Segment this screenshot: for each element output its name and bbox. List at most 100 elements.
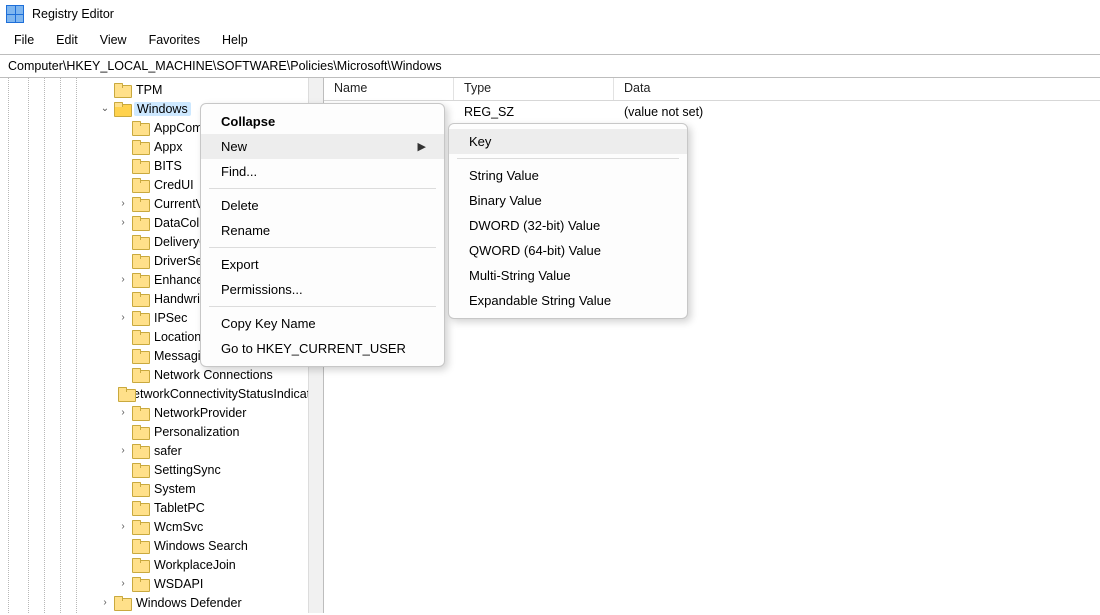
menu-favorites[interactable]: Favorites [139, 31, 210, 49]
ctx-sep [209, 247, 436, 248]
tree-node-label: Windows Search [152, 539, 250, 553]
tree-node[interactable]: TPM [0, 80, 323, 99]
tree-node-label: Appx [152, 140, 185, 154]
col-name[interactable]: Name [324, 78, 454, 100]
tree-node[interactable]: Personalization [0, 422, 323, 441]
ctx-new-qword[interactable]: QWORD (64-bit) Value [449, 238, 687, 263]
window-title: Registry Editor [32, 7, 114, 21]
tree-node-label: CredUI [152, 178, 196, 192]
tree-node-label: System [152, 482, 198, 496]
folder-icon [132, 292, 148, 305]
ctx-find[interactable]: Find... [201, 159, 444, 184]
chevron-right-icon[interactable]: › [116, 407, 130, 418]
tree-node-label: BITS [152, 159, 184, 173]
ctx-export[interactable]: Export [201, 252, 444, 277]
ctx-new-expand[interactable]: Expandable String Value [449, 288, 687, 313]
menu-file[interactable]: File [4, 31, 44, 49]
ctx-new-multi[interactable]: Multi-String Value [449, 263, 687, 288]
ctx-new-binary[interactable]: Binary Value [449, 188, 687, 213]
tree-node[interactable]: SettingSync [0, 460, 323, 479]
folder-icon [132, 577, 148, 590]
tree-node[interactable]: System [0, 479, 323, 498]
tree-node[interactable]: Network Connections [0, 365, 323, 384]
folder-icon [132, 349, 148, 362]
ctx-sep [209, 306, 436, 307]
folder-icon [132, 330, 148, 343]
col-type[interactable]: Type [454, 78, 614, 100]
folder-icon [132, 406, 148, 419]
ctx-new-dword[interactable]: DWORD (32-bit) Value [449, 213, 687, 238]
ctx-goto[interactable]: Go to HKEY_CURRENT_USER [201, 336, 444, 361]
folder-icon [132, 197, 148, 210]
tree-node[interactable]: ›WcmSvc [0, 517, 323, 536]
tree-node[interactable]: › NetworkProvider [0, 403, 323, 422]
folder-icon [114, 102, 130, 115]
ctx-new-key[interactable]: Key [449, 129, 687, 154]
menu-view[interactable]: View [90, 31, 137, 49]
menu-edit[interactable]: Edit [46, 31, 88, 49]
tree-node-label: TabletPC [152, 501, 207, 515]
tree-node-label: NetworkConnectivityStatusIndicator [122, 387, 323, 401]
context-menu-new: Key String Value Binary Value DWORD (32-… [448, 123, 688, 319]
tree-node[interactable]: TabletPC [0, 498, 323, 517]
tree-node-label: Windows [134, 102, 191, 116]
value-type: REG_SZ [464, 105, 514, 119]
tree-node-label: IPSec [152, 311, 189, 325]
folder-icon [132, 501, 148, 514]
value-data: (value not set) [624, 105, 703, 119]
chevron-right-icon[interactable]: › [116, 274, 130, 285]
folder-icon [132, 520, 148, 533]
folder-icon [132, 463, 148, 476]
ctx-sep [457, 158, 679, 159]
chevron-right-icon[interactable]: › [116, 578, 130, 589]
tree-node[interactable]: ›WSDAPI [0, 574, 323, 593]
menubar: File Edit View Favorites Help [0, 28, 1100, 54]
context-menu-main: Collapse New ▶ Find... Delete Rename Exp… [200, 103, 445, 367]
chevron-right-icon[interactable]: › [98, 597, 112, 608]
folder-icon [132, 558, 148, 571]
chevron-right-icon[interactable]: › [116, 198, 130, 209]
tree-node[interactable]: › safer [0, 441, 323, 460]
tree-node-label: NetworkProvider [152, 406, 248, 420]
col-data[interactable]: Data [614, 78, 1100, 100]
tree-node[interactable]: › Windows Defender [0, 593, 323, 612]
folder-icon [132, 539, 148, 552]
tree-node-label: WorkplaceJoin [152, 558, 238, 572]
ctx-copy-key[interactable]: Copy Key Name [201, 311, 444, 336]
folder-icon [132, 425, 148, 438]
ctx-delete[interactable]: Delete [201, 193, 444, 218]
tree-node-label: TPM [134, 83, 164, 97]
folder-icon [132, 216, 148, 229]
chevron-down-icon[interactable]: ⌄ [98, 103, 112, 114]
tree-node-label: Personalization [152, 425, 241, 439]
ctx-sep [209, 188, 436, 189]
folder-icon [132, 482, 148, 495]
folder-icon [132, 121, 148, 134]
chevron-right-icon[interactable]: › [116, 445, 130, 456]
tree-node-label: safer [152, 444, 184, 458]
tree-node-label: Windows Defender [134, 596, 244, 610]
chevron-right-icon[interactable]: › [116, 312, 130, 323]
folder-icon [114, 83, 130, 96]
folder-icon [132, 254, 148, 267]
tree-node[interactable]: Windows Search [0, 536, 323, 555]
folder-icon [132, 368, 148, 381]
address-bar[interactable]: Computer\HKEY_LOCAL_MACHINE\SOFTWARE\Pol… [0, 54, 1100, 78]
ctx-new-string[interactable]: String Value [449, 163, 687, 188]
menu-help[interactable]: Help [212, 31, 258, 49]
chevron-right-icon[interactable]: › [116, 217, 130, 228]
folder-icon [132, 235, 148, 248]
tree-node-label: Network Connections [152, 368, 275, 382]
folder-icon [132, 140, 148, 153]
app-icon [6, 5, 24, 23]
tree-node[interactable]: WorkplaceJoin [0, 555, 323, 574]
ctx-permissions[interactable]: Permissions... [201, 277, 444, 302]
ctx-collapse[interactable]: Collapse [201, 109, 444, 134]
folder-icon [132, 159, 148, 172]
folder-icon [132, 178, 148, 191]
values-header: Name Type Data [324, 78, 1100, 101]
chevron-right-icon[interactable]: › [116, 521, 130, 532]
tree-node[interactable]: NetworkConnectivityStatusIndicator [0, 384, 323, 403]
ctx-new[interactable]: New ▶ [201, 134, 444, 159]
ctx-rename[interactable]: Rename [201, 218, 444, 243]
